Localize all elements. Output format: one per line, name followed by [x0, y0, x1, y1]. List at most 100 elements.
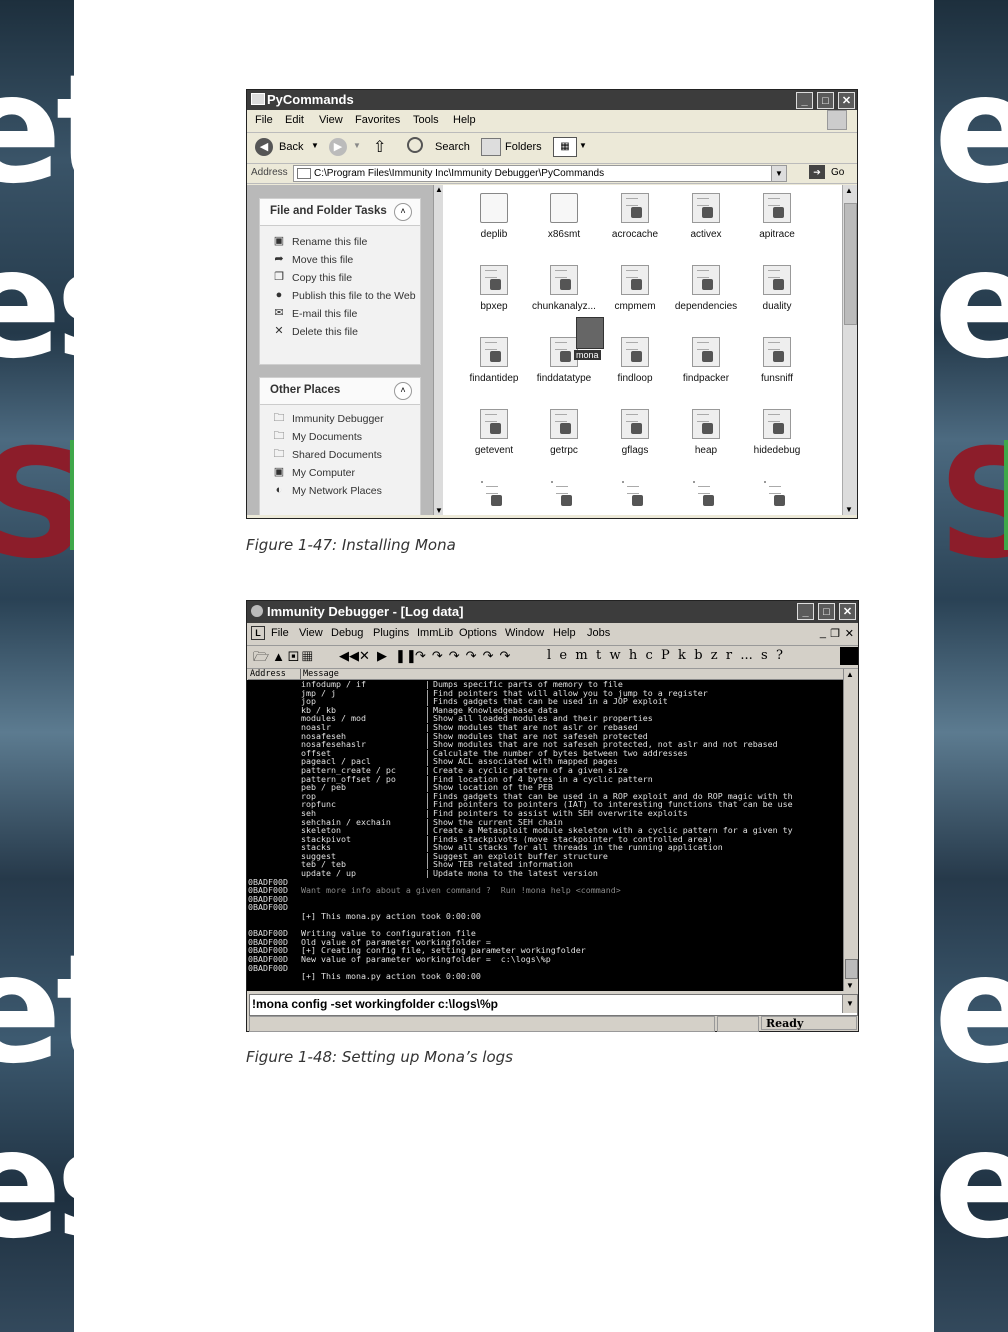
menu-jobs[interactable]: Jobs [587, 627, 610, 639]
toolbar-icons[interactable]: 🗁▲▣▦ [253, 648, 316, 670]
menu-help[interactable]: Help [453, 114, 476, 126]
scroll-up-icon[interactable]: ▲ [435, 185, 443, 194]
file-item[interactable]: bpxep [458, 265, 530, 312]
file-item[interactable]: duality [741, 265, 813, 312]
python-file-icon[interactable] [693, 481, 714, 506]
menu-file[interactable]: File [271, 627, 289, 639]
menu-view[interactable]: View [299, 627, 323, 639]
task-copy[interactable]: ❐ Copy this file [260, 271, 420, 284]
folders-icon[interactable] [481, 138, 501, 156]
address-column-header[interactable]: Address [250, 669, 286, 679]
views-icon[interactable]: ▦ [553, 137, 577, 157]
python-file-icon[interactable] [551, 481, 572, 506]
up-folder-icon[interactable]: ⇧ [373, 137, 386, 157]
message-column-header[interactable]: Message [303, 669, 339, 679]
go-button[interactable]: Go [831, 167, 844, 178]
file-item[interactable]: activex [670, 193, 742, 240]
collapse-icon[interactable]: ˄ [394, 382, 412, 400]
menu-help[interactable]: Help [553, 627, 576, 639]
file-item[interactable]: hidedebug [741, 409, 813, 456]
window-letter-buttons[interactable]: l e m t w h c P k b z r ... s ? [547, 648, 783, 663]
folders-button[interactable]: Folders [505, 141, 542, 153]
command-dropdown-icon[interactable]: ▼ [842, 995, 857, 1013]
close-process-icon[interactable]: ✕ [359, 648, 370, 664]
file-item[interactable]: x86smt [528, 193, 600, 240]
menu-edit[interactable]: Edit [285, 114, 304, 126]
scroll-down-icon[interactable]: ▼ [845, 505, 853, 514]
task-email[interactable]: ✉ E-mail this file [260, 307, 420, 320]
command-bar[interactable]: !mona config -set workingfolder c:\logs\… [249, 994, 858, 1016]
mdi-minimize-icon[interactable]: _ [820, 627, 826, 639]
file-item[interactable]: cmpmem [599, 265, 671, 312]
file-item[interactable]: getrpc [528, 409, 600, 456]
file-item[interactable]: deplib [458, 193, 530, 240]
command-input[interactable]: !mona config -set workingfolder c:\logs\… [252, 997, 498, 1011]
back-button[interactable]: Back [279, 141, 303, 153]
scroll-thumb[interactable] [844, 203, 857, 325]
panel-header[interactable]: File and Folder Tasks ˄ [260, 199, 420, 226]
menu-favorites[interactable]: Favorites [355, 114, 400, 126]
back-dropdown-icon[interactable]: ▼ [311, 141, 319, 150]
log-scrollbar[interactable]: ▲ ▼ [843, 669, 858, 991]
file-item[interactable]: findpacker [670, 337, 742, 384]
file-item[interactable]: dependencies [670, 265, 742, 312]
minimize-button[interactable]: _ [797, 603, 814, 620]
file-item[interactable]: heap [670, 409, 742, 456]
scroll-down-icon[interactable]: ▼ [435, 506, 443, 515]
back-arrow-icon[interactable]: ◀ [255, 138, 273, 156]
place-immunity-debugger[interactable]: 🗀 Immunity Debugger [260, 412, 420, 425]
close-button[interactable]: ✕ [839, 603, 856, 620]
menu-tools[interactable]: Tools [413, 114, 439, 126]
place-shared-documents[interactable]: 🗀 Shared Documents [260, 448, 420, 461]
forward-arrow-icon[interactable]: ▶ [329, 138, 347, 156]
run-icon[interactable]: ▶ [377, 648, 387, 664]
file-item[interactable]: findloop [599, 337, 671, 384]
place-my-network-places[interactable]: ◐ My Network Places [260, 484, 420, 497]
log-row[interactable]: [+] This mona.py action took 0:00:00 [247, 912, 844, 921]
log-row[interactable]: 0BADF00D New value of parameter workingfo… [247, 955, 844, 964]
collapse-icon[interactable]: ˄ [394, 203, 412, 221]
menu-view[interactable]: View [319, 114, 343, 126]
scroll-up-icon[interactable]: ▲ [845, 186, 853, 195]
python-file-icon[interactable] [622, 481, 643, 506]
menu-window[interactable]: Window [505, 627, 544, 639]
place-my-computer[interactable]: ▣ My Computer [260, 466, 420, 479]
place-my-documents[interactable]: 🗀 My Documents [260, 430, 420, 443]
address-dropdown-icon[interactable]: ▼ [771, 166, 786, 181]
menu-plugins[interactable]: Plugins [373, 627, 409, 639]
mdi-restore-icon[interactable]: ❐ [830, 627, 840, 640]
menu-file[interactable]: File [255, 114, 273, 126]
forward-dropdown-icon[interactable]: ▼ [353, 141, 361, 150]
scroll-down-icon[interactable]: ▼ [846, 981, 854, 990]
minimize-button[interactable]: _ [796, 92, 813, 109]
panel-header[interactable]: Other Places ˄ [260, 378, 420, 405]
file-item[interactable]: apitrace [741, 193, 813, 240]
log-area[interactable]: infodump / if | Dumps specific parts of me… [247, 680, 844, 991]
log-row[interactable]: 0BADF00D Want more info about a given com… [247, 886, 844, 895]
log-row[interactable]: [+] This mona.py action took 0:00:00 [247, 972, 844, 981]
pause-icon[interactable]: ❚❚ [395, 648, 417, 664]
file-item[interactable]: gflags [599, 409, 671, 456]
task-delete[interactable]: ✕ Delete this file [260, 325, 420, 338]
maximize-button[interactable]: □ [818, 603, 835, 620]
step-icons[interactable]: ↷↷↷↷↷↷ [415, 648, 516, 664]
menu-immlib[interactable]: ImmLib [417, 627, 453, 639]
search-button[interactable]: Search [435, 141, 470, 153]
menu-debug[interactable]: Debug [331, 627, 363, 639]
task-publish[interactable]: ● Publish this file to the Web [260, 289, 420, 302]
file-item[interactable]: chunkanalyz... [528, 265, 600, 312]
task-rename[interactable]: ▣ Rename this file [260, 235, 420, 248]
log-row[interactable]: update / up | Update mona to the latest ve… [247, 869, 844, 878]
task-move[interactable]: ➦ Move this file [260, 253, 420, 266]
maximize-button[interactable]: □ [817, 92, 834, 109]
menu-options[interactable]: Options [459, 627, 497, 639]
scroll-thumb[interactable] [845, 959, 858, 979]
close-button[interactable]: ✕ [838, 92, 855, 109]
mdi-close-icon[interactable]: ✕ [845, 627, 854, 640]
file-item[interactable]: findantidep [458, 337, 530, 384]
address-input[interactable]: C:\Program Files\Immunity Inc\Immunity D… [293, 165, 787, 182]
search-icon[interactable] [407, 137, 423, 153]
python-file-icon[interactable] [764, 481, 785, 506]
log-row[interactable]: 0BADF00D [247, 895, 844, 904]
rewind-icon[interactable]: ◀◀ [339, 648, 359, 664]
